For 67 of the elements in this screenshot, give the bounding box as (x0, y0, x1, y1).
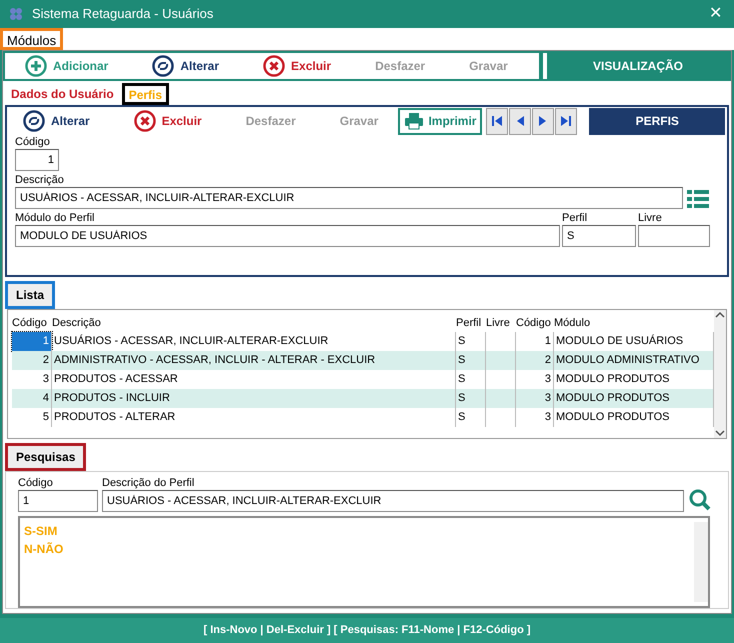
menu-item[interactable]: Módulos (0, 28, 64, 50)
field-label: Módulo do Perfil (15, 210, 96, 225)
chevron-down-icon (715, 428, 725, 438)
search-icon[interactable] (688, 488, 712, 512)
column-header: Livre (486, 316, 511, 331)
navigation-button[interactable] (509, 108, 532, 135)
legend-text: N-NÃO (24, 540, 64, 558)
table-row[interactable]: 4 PRODUTOS - INCLUIR S 3 MODULO PRODUTOS (12, 388, 714, 408)
field-label: Descrição do Perfil (102, 476, 196, 490)
app-icon (8, 6, 24, 22)
window-title: Sistema Retaguarda - Usuários (32, 5, 214, 24)
x-circle-icon (134, 110, 156, 132)
table-cell: ADMINISTRATIVO - ACESSAR, INCLUIR - ALTERAR - EXCLUIR (52, 350, 456, 370)
table-cell: PRODUTOS - INCLUIR (52, 388, 456, 408)
x-circle-icon (263, 54, 286, 77)
toolbar-button[interactable]: Alterar (15, 108, 98, 135)
status-bar: [ Ins-Novo | Del-Excluir ] [ Pesquisas: F11-Nome | F12-Código ] (0, 618, 734, 643)
table-cell: 4 (12, 388, 52, 408)
table-cell: 1 (12, 332, 52, 351)
scrollbar[interactable] (714, 310, 726, 438)
circular-arrows-icon (152, 54, 174, 77)
close-button[interactable]: ✕ (705, 2, 726, 26)
print-button[interactable]: Imprimir (398, 108, 482, 135)
list-icon[interactable] (687, 188, 709, 209)
navigation-button[interactable] (486, 108, 508, 135)
circular-arrows-icon (23, 110, 45, 132)
tab[interactable]: Dados do Usuário (7, 82, 118, 105)
toolbar-button[interactable]: Excluir (126, 108, 210, 135)
toolbar-button[interactable]: Alterar (144, 52, 228, 79)
table-cell: 2 (12, 350, 52, 370)
section-title: Pesquisas (5, 442, 86, 471)
printer-icon (404, 112, 424, 130)
field-label: Código (18, 476, 54, 490)
text-field[interactable]: 1 (18, 490, 98, 512)
field-label: Descrição (15, 172, 65, 187)
triangle-right-icon (538, 116, 548, 126)
navigation-button[interactable] (555, 108, 578, 135)
table-cell: 2 (516, 350, 554, 370)
column-header: Descrição (52, 316, 102, 331)
table-cell: 5 (12, 408, 52, 427)
column-header: Perfil (456, 316, 482, 331)
column-header: Código (12, 316, 48, 331)
column-header: Código (516, 316, 552, 331)
legend-text: S-SIM (24, 522, 58, 540)
table-cell: 3 (516, 388, 554, 408)
table-cell: S (456, 408, 486, 427)
text-field[interactable]: 1 (15, 148, 59, 171)
section-title: Lista (5, 280, 56, 309)
text-field[interactable]: S (562, 224, 636, 247)
toolbar-button[interactable]: Excluir (255, 52, 340, 79)
column-header: Módulo (554, 316, 592, 331)
first-icon (492, 116, 502, 126)
field-label: Código (15, 134, 51, 149)
scrollbar[interactable] (694, 522, 708, 602)
table-cell: S (456, 388, 486, 408)
triangle-left-icon (515, 116, 526, 126)
table-cell: S (456, 350, 486, 370)
field-label: Livre (638, 210, 663, 225)
field-label: Perfil (562, 210, 588, 225)
table-row[interactable]: 2 ADMINISTRATIVO - ACESSAR, INCLUIR - ALTERAR - EXCLUIR S 2 MODULO ADMINISTRATIVO (12, 350, 714, 370)
table-cell: 3 (516, 408, 554, 427)
plus-icon (25, 54, 47, 77)
text-field[interactable] (638, 224, 710, 247)
table-cell: PRODUTOS - ALTERAR (52, 408, 456, 427)
last-icon (561, 116, 572, 126)
navigation-button[interactable] (532, 108, 554, 135)
chevron-up-icon (715, 310, 725, 320)
